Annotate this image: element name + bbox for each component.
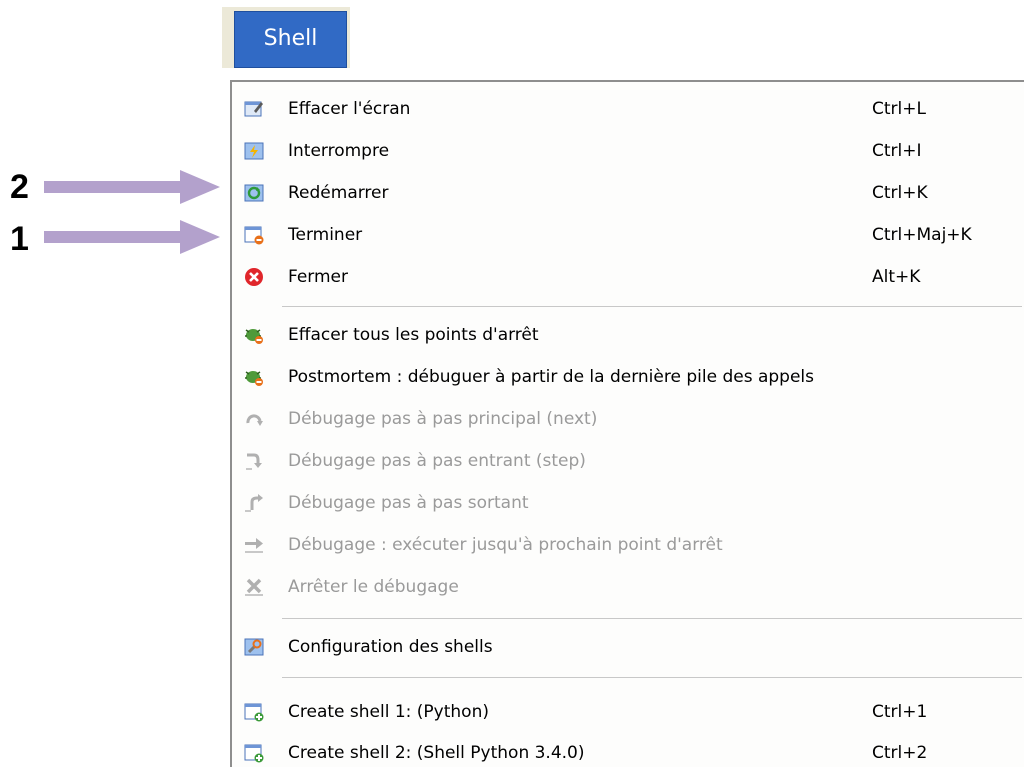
menu-item-restart[interactable]: Redémarrer Ctrl+K <box>232 175 1022 211</box>
menu-item-step-out: Débugage pas à pas sortant <box>232 485 1022 521</box>
shell-config-icon <box>244 638 264 656</box>
create-shell-icon <box>244 744 264 763</box>
menubar: Shell <box>222 7 350 68</box>
stop-debug-icon <box>245 578 263 596</box>
menu-separator <box>282 306 1022 307</box>
shell-menu-button[interactable]: Shell <box>234 11 347 68</box>
step-out-icon <box>245 494 263 512</box>
menu-item-step-into: Débugage pas à pas entrant (step) <box>232 443 1022 479</box>
menu-item-continue: Débugage : exécuter jusqu'à prochain poi… <box>232 527 1022 563</box>
callout-arrow-2 <box>44 170 220 204</box>
menu-item-create-shell-1[interactable]: Create shell 1: (Python) Ctrl+1 <box>232 694 1022 730</box>
restart-icon <box>244 184 264 202</box>
callout-arrow-1 <box>44 220 220 254</box>
menu-item-create-shell-2[interactable]: Create shell 2: (Shell Python 3.4.0) Ctr… <box>232 735 1022 771</box>
close-icon <box>245 268 263 286</box>
bug-clear-icon <box>245 329 263 344</box>
callout-number-1: 1 <box>10 220 29 258</box>
step-over-icon <box>246 414 263 426</box>
continue-icon <box>245 538 263 553</box>
menu-item-postmortem[interactable]: Postmortem : débuguer à partir de la der… <box>232 359 1022 395</box>
menu-separator <box>282 677 1022 678</box>
menu-separator <box>282 618 1022 619</box>
menu-item-interrupt[interactable]: Interrompre Ctrl+I <box>232 133 1022 169</box>
menu-item-shell-config[interactable]: Configuration des shells <box>232 629 1022 665</box>
shell-menu-label: Shell <box>263 26 318 51</box>
create-shell-icon <box>244 703 264 722</box>
menu-item-terminate[interactable]: Terminer Ctrl+Maj+K <box>232 217 1022 253</box>
clear-screen-icon <box>244 101 263 117</box>
terminate-icon <box>244 226 264 245</box>
step-into-icon <box>246 453 262 470</box>
interrupt-icon <box>244 142 264 160</box>
bug-postmortem-icon <box>245 371 263 386</box>
menu-item-stop-debug: Arrêter le débugage <box>232 569 1022 605</box>
shell-dropdown-menu: Effacer l'écran Ctrl+L Interrompre Ctrl+… <box>230 80 1024 767</box>
menu-item-close[interactable]: Fermer Alt+K <box>232 259 1022 295</box>
callout-number-2: 2 <box>10 168 29 206</box>
menu-item-clear-breakpoints[interactable]: Effacer tous les points d'arrêt <box>232 317 1022 353</box>
menu-item-clear-screen[interactable]: Effacer l'écran Ctrl+L <box>232 91 1022 127</box>
menu-item-step-over: Débugage pas à pas principal (next) <box>232 401 1022 437</box>
